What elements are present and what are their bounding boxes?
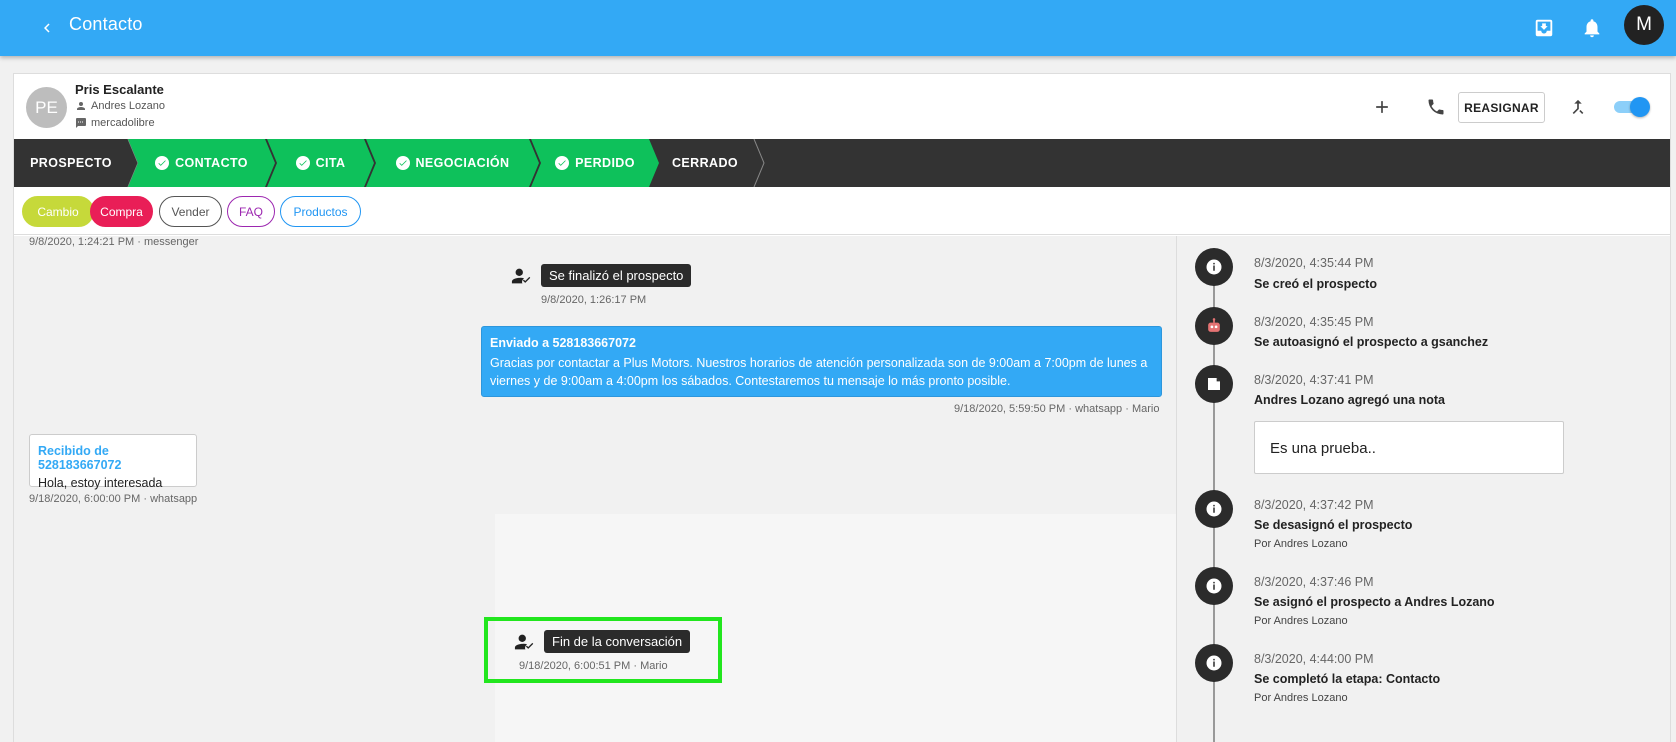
stage-negociacion[interactable]: NEGOCIACIÓN <box>366 139 539 187</box>
timeline-time: 8/3/2020, 4:35:44 PM <box>1254 256 1374 270</box>
toggle-knob <box>1630 97 1650 117</box>
timeline-author: Por Andres Lozano <box>1254 538 1348 550</box>
bell-icon <box>1584 19 1600 38</box>
message-header: Enviado a 528183667072 <box>490 336 636 350</box>
tag-vender[interactable]: Vender <box>159 196 222 227</box>
message-meta: 9/8/2020, 1:24:21 PM · messenger <box>29 236 199 248</box>
outgoing-message[interactable]: Enviado a 528183667072 Gracias por conta… <box>481 326 1162 397</box>
message-header: Recibido de 528183667072 <box>38 444 122 472</box>
stage-label: CITA <box>315 156 346 170</box>
conversation-panel[interactable]: 9/8/2020, 1:24:21 PM · messenger Se fina… <box>14 236 1176 742</box>
timeline-dot <box>1195 644 1233 682</box>
inbox-download-icon <box>1535 19 1553 37</box>
info-icon <box>1206 259 1222 275</box>
info-icon <box>1206 655 1222 671</box>
app-bar: Contacto M <box>0 0 1676 56</box>
check-circle-icon <box>155 156 169 170</box>
timeline-dot <box>1195 365 1233 403</box>
contact-source-name: mercadolibre <box>91 117 155 129</box>
assigned-agent: Andres Lozano <box>75 100 165 112</box>
stage-prospecto[interactable]: PROSPECTO <box>14 139 128 187</box>
contact-name: Pris Escalante <box>75 82 164 97</box>
user-avatar[interactable]: M <box>1624 5 1664 45</box>
prospect-card: PE Pris Escalante Andres Lozano mercadol… <box>13 73 1671 742</box>
contact-source: mercadolibre <box>75 117 155 129</box>
message-body: Hola, estoy interesada <box>38 476 163 490</box>
incoming-message[interactable]: Recibido de 528183667072 Hola, estoy int… <box>29 434 197 490</box>
timeline-author: Por Andres Lozano <box>1254 615 1348 627</box>
contact-header: PE Pris Escalante Andres Lozano mercadol… <box>14 74 1670 139</box>
check-circle-icon <box>555 156 569 170</box>
stage-pipeline: PROSPECTO CONTACTO CITA NEGOCIACIÓN PERD… <box>14 139 1670 187</box>
stage-label: CONTACTO <box>175 156 248 170</box>
assigned-agent-name: Andres Lozano <box>91 100 165 112</box>
tag-productos[interactable]: Productos <box>280 196 361 227</box>
merge-icon <box>1572 99 1584 114</box>
back-button[interactable] <box>32 13 62 43</box>
stage-cita[interactable]: CITA <box>267 139 374 187</box>
event-label: Se finalizó el prospecto <box>541 264 692 287</box>
person-icon <box>77 102 85 110</box>
stage-label: PERDIDO <box>575 156 635 170</box>
tag-cambio[interactable]: Cambio <box>22 196 94 227</box>
stage-label: PROSPECTO <box>30 156 112 170</box>
timeline-time: 8/3/2020, 4:37:42 PM <box>1254 498 1374 512</box>
check-circle-icon <box>396 156 410 170</box>
note-content: Es una prueba.. <box>1254 421 1564 474</box>
tag-compra[interactable]: Compra <box>90 196 153 227</box>
message-body: Gracias por contactar a Plus Motors. Nue… <box>490 356 1148 388</box>
tag-faq[interactable]: FAQ <box>227 196 275 227</box>
timeline-time: 8/3/2020, 4:37:46 PM <box>1254 575 1374 589</box>
add-button[interactable] <box>1369 94 1395 120</box>
check-circle-icon <box>296 156 310 170</box>
timeline-text: Se desasignó el prospecto <box>1254 518 1413 532</box>
timeline-author: Por Andres Lozano <box>1254 692 1348 704</box>
timeline-time: 8/3/2020, 4:37:41 PM <box>1254 373 1374 387</box>
info-icon <box>1206 578 1222 594</box>
event-meta: 9/8/2020, 1:26:17 PM <box>541 294 647 306</box>
system-event: Se finalizó el prospecto <box>511 264 692 287</box>
timeline-text: Se creó el prospecto <box>1254 277 1377 291</box>
message-meta: 9/18/2020, 6:00:00 PM · whatsapp <box>29 493 198 505</box>
robot-icon <box>1208 318 1220 332</box>
stage-separator <box>753 139 765 187</box>
reassign-button[interactable]: REASIGNAR <box>1458 92 1545 123</box>
highlight-box <box>484 617 722 683</box>
stage-contacto[interactable]: CONTACTO <box>128 139 275 187</box>
timeline-text: Se completó la etapa: Contacto <box>1254 672 1441 686</box>
timeline-text: Se asignó el prospecto a Andres Lozano <box>1254 595 1495 609</box>
timeline-time: 8/3/2020, 4:35:45 PM <box>1254 315 1374 329</box>
plus-icon <box>1376 101 1388 113</box>
call-button[interactable] <box>1423 94 1449 120</box>
activity-timeline[interactable]: 8/3/2020, 4:35:44 PM Se creó el prospect… <box>1176 236 1670 742</box>
inbox-button[interactable] <box>1528 12 1560 44</box>
timeline-time: 8/3/2020, 4:44:00 PM <box>1254 652 1374 666</box>
stage-perdido[interactable]: PERDIDO <box>531 139 659 187</box>
timeline-dot <box>1195 490 1233 528</box>
active-toggle[interactable] <box>1612 97 1650 117</box>
timeline-dot <box>1195 248 1233 286</box>
message-meta: 9/18/2020, 5:59:50 PM · whatsapp · Mario <box>954 403 1160 415</box>
chevron-left-icon <box>44 23 50 33</box>
phone-icon <box>1428 99 1444 115</box>
tag-bar: Cambio Compra Vender FAQ Productos <box>14 187 1670 235</box>
person-check-icon <box>511 268 531 283</box>
note-icon <box>1208 378 1220 390</box>
merge-button[interactable] <box>1565 94 1591 120</box>
chat-icon <box>76 118 86 128</box>
timeline-dot <box>1195 567 1233 605</box>
stage-label: NEGOCIACIÓN <box>415 156 510 170</box>
timeline-text: Andres Lozano agregó una nota <box>1254 393 1445 407</box>
info-icon <box>1206 501 1222 517</box>
stage-cerrado[interactable]: CERRADO <box>655 139 755 187</box>
stage-label: CERRADO <box>672 156 738 170</box>
timeline-text: Se autoasignó el prospecto a gsanchez <box>1254 335 1489 349</box>
contact-avatar: PE <box>26 87 67 128</box>
notifications-button[interactable] <box>1576 12 1608 44</box>
timeline-dot <box>1195 307 1233 345</box>
page-title: Contacto <box>69 14 143 34</box>
